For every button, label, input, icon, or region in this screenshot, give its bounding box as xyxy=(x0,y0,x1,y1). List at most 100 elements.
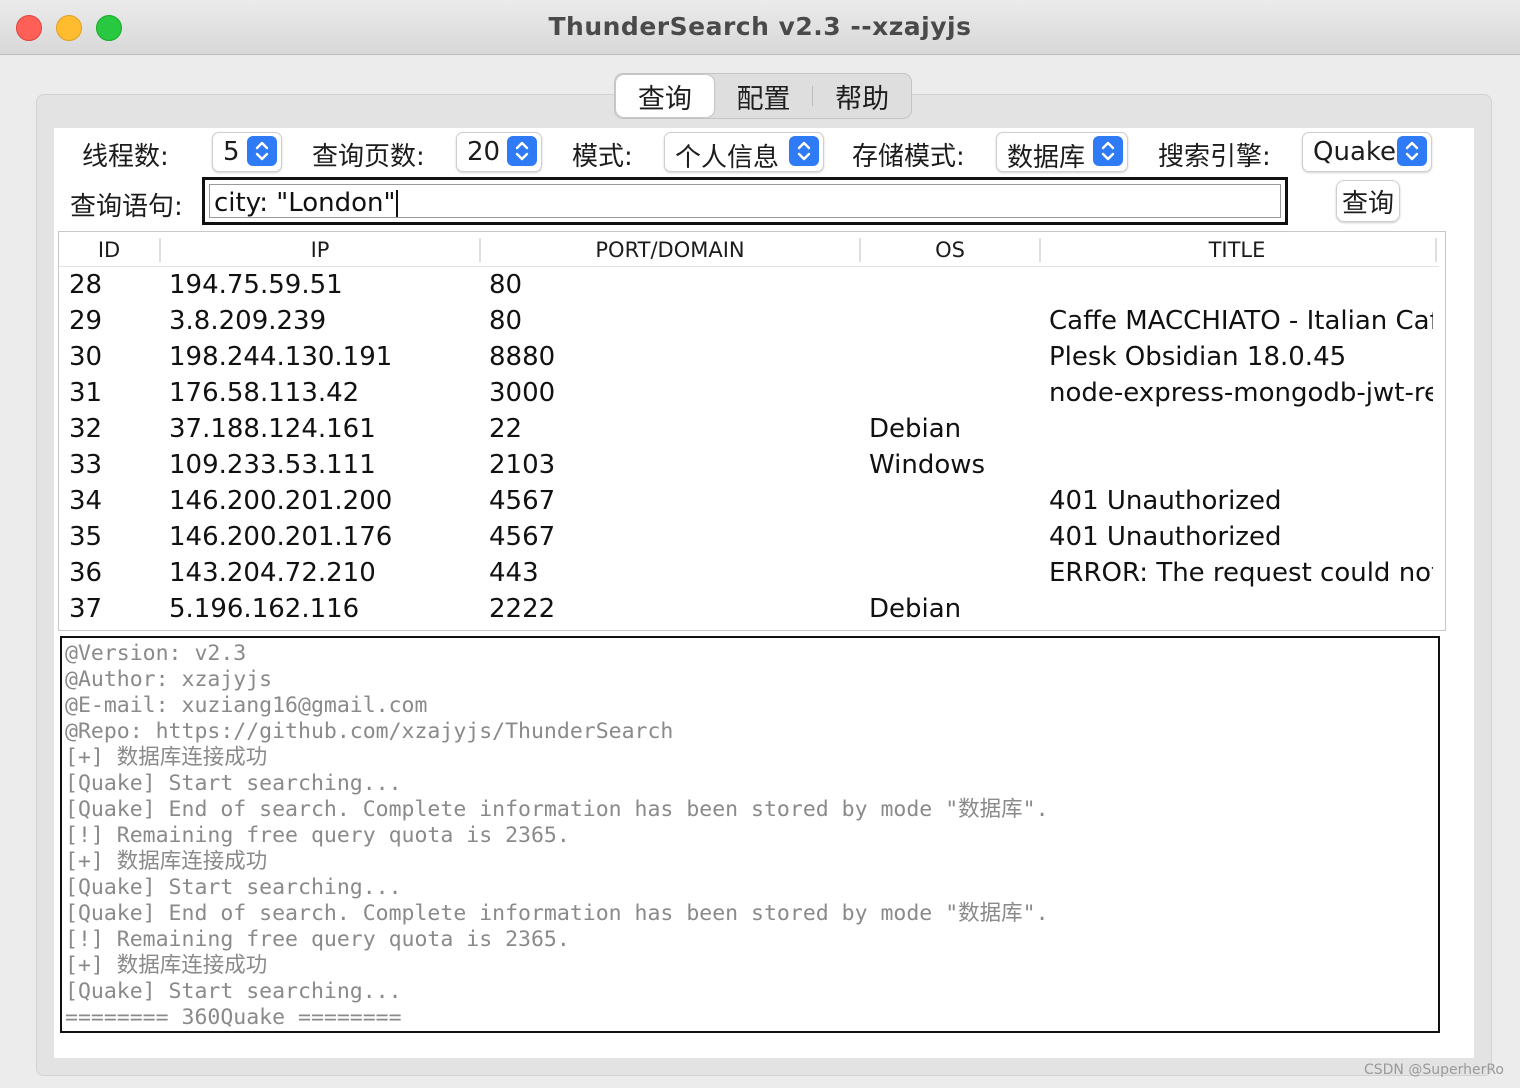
cell-port: 80 xyxy=(489,270,523,300)
cell-title xyxy=(1049,267,1433,303)
cell-id: 31 xyxy=(69,378,103,408)
query-button[interactable]: 查询 xyxy=(1336,180,1400,222)
log-line: [+] 数据库连接成功 xyxy=(65,953,268,978)
cell-id: 36 xyxy=(69,558,103,588)
pages-value: 20 xyxy=(467,137,501,167)
chevron-up-down-icon[interactable] xyxy=(789,136,819,166)
table-row[interactable]: 30 198.244.130.191 8880 Plesk Obsidian 1… xyxy=(59,339,1439,375)
log-line: [Quake] Start searching... xyxy=(65,771,402,796)
tab-help[interactable]: 帮助 xyxy=(813,74,911,118)
cell-ip: 37.188.124.161 xyxy=(169,414,376,444)
column-header-ip[interactable]: IP xyxy=(161,232,479,266)
cell-ip: 146.200.201.176 xyxy=(169,522,393,552)
cell-os xyxy=(869,375,1039,411)
log-line: [Quake] Start searching... xyxy=(65,979,402,1004)
table-row[interactable]: 34 146.200.201.200 4567 401 Unauthorized xyxy=(59,483,1439,519)
text-caret xyxy=(396,189,399,217)
log-line: @E-mail: xuziang16@gmail.com xyxy=(65,693,428,718)
log-line: [Quake] End of search. Complete informat… xyxy=(65,797,1049,822)
cell-port: 443 xyxy=(489,558,539,588)
table-row[interactable]: 32 37.188.124.161 22 Debian xyxy=(59,411,1439,447)
cell-ip: 146.200.201.200 xyxy=(169,486,393,516)
column-header-port-domain[interactable]: PORT/DOMAIN xyxy=(481,232,859,266)
cell-port: 3000 xyxy=(489,378,556,408)
cell-title: Plesk Obsidian 18.0.45 xyxy=(1049,342,1347,372)
cell-port: 8880 xyxy=(489,342,556,372)
table-row[interactable]: 36 143.204.72.210 443 ERROR: The request… xyxy=(59,555,1439,591)
column-header-id[interactable]: ID xyxy=(59,232,159,266)
tab-bar: 查询 配置 帮助 xyxy=(614,73,912,119)
engine-value: Quake xyxy=(1313,137,1397,167)
tab-config[interactable]: 配置 xyxy=(715,74,813,118)
cell-title xyxy=(1049,411,1433,447)
log-line: [!] Remaining free query quota is 2365. xyxy=(65,823,570,848)
chevron-up-down-icon[interactable] xyxy=(1093,136,1123,166)
cell-port: 2103 xyxy=(489,450,556,480)
chevron-up-down-icon[interactable] xyxy=(247,136,277,166)
query-label: 查询语句: xyxy=(70,192,183,222)
log-line: @Version: v2.3 xyxy=(65,641,247,666)
threads-select[interactable]: 5 xyxy=(212,132,282,172)
cell-os xyxy=(869,519,1039,555)
mode-value: 个人信息 xyxy=(675,143,780,173)
cell-port: 22 xyxy=(489,414,523,444)
storage-select[interactable]: 数据库 xyxy=(996,132,1128,173)
log-line: @Repo: https://github.com/xzajyjs/Thunde… xyxy=(65,719,674,744)
column-divider[interactable] xyxy=(1435,238,1437,262)
table-row[interactable]: 29 3.8.209.239 80 Caffe MACCHIATO - Ital… xyxy=(59,303,1439,339)
log-line: [+] 数据库连接成功 xyxy=(65,745,268,770)
pages-select[interactable]: 20 xyxy=(456,132,542,172)
storage-value: 数据库 xyxy=(1007,143,1086,173)
query-input-focus-ring: city: "London" xyxy=(202,177,1288,225)
table-row[interactable]: 33 109.233.53.111 2103 Windows xyxy=(59,447,1439,483)
log-line: [!] Remaining free query quota is 2365. xyxy=(65,927,570,952)
cell-port: 80 xyxy=(489,306,523,336)
cell-os xyxy=(869,267,1039,303)
chevron-up-down-icon[interactable] xyxy=(1397,136,1427,166)
cell-id: 35 xyxy=(69,522,103,552)
table-row[interactable]: 28 194.75.59.51 80 xyxy=(59,267,1439,303)
cell-port: 4567 xyxy=(489,522,556,552)
cell-title: 401 Unauthorized xyxy=(1049,522,1282,552)
query-input-text: city: "London" xyxy=(214,188,396,218)
engine-label: 搜索引擎: xyxy=(1158,142,1271,172)
window-title: ThunderSearch v2.3 --xzajyjs xyxy=(548,12,972,41)
cell-id: 34 xyxy=(69,486,103,516)
cell-ip: 143.204.72.210 xyxy=(169,558,376,588)
cell-ip: 3.8.209.239 xyxy=(169,306,327,336)
table-row[interactable]: 35 146.200.201.176 4567 401 Unauthorized xyxy=(59,519,1439,555)
mode-select[interactable]: 个人信息 xyxy=(664,132,824,173)
tab-query[interactable]: 查询 xyxy=(616,75,714,117)
chevron-up-down-icon[interactable] xyxy=(507,136,537,166)
query-input[interactable]: city: "London" xyxy=(209,184,1281,218)
log-line: [+] 数据库连接成功 xyxy=(65,849,268,874)
cell-id: 30 xyxy=(69,342,103,372)
results-table[interactable]: ID IP PORT/DOMAIN OS TITLE 28 194.75.59.… xyxy=(58,231,1446,631)
cell-port: 4567 xyxy=(489,486,556,516)
log-output[interactable]: @Version: v2.3 @Author: xzajyjs @E-mail:… xyxy=(60,636,1440,1033)
column-header-title[interactable]: TITLE xyxy=(1041,232,1433,266)
column-header-os[interactable]: OS xyxy=(861,232,1039,266)
title-bar[interactable]: ThunderSearch v2.3 --xzajyjs xyxy=(0,0,1520,55)
log-line: [Quake] Start searching... xyxy=(65,875,402,900)
cell-id: 32 xyxy=(69,414,103,444)
cell-ip: 198.244.130.191 xyxy=(169,342,393,372)
cell-title: node-express-mongodb-jwt-res xyxy=(1049,378,1433,408)
cell-title: Caffe MACCHIATO - Italian Caff xyxy=(1049,306,1433,336)
cell-port: 2222 xyxy=(489,594,556,624)
cell-id: 37 xyxy=(69,594,103,624)
cell-title xyxy=(1049,591,1433,627)
engine-select[interactable]: Quake xyxy=(1302,132,1432,172)
app-window: ThunderSearch v2.3 --xzajyjs 查询 配置 帮助 线程… xyxy=(0,0,1520,1088)
table-row[interactable]: 31 176.58.113.42 3000 node-express-mongo… xyxy=(59,375,1439,411)
cell-id: 28 xyxy=(69,270,103,300)
cell-os xyxy=(869,483,1039,519)
cell-os xyxy=(869,339,1039,375)
log-line: [Quake] End of search. Complete informat… xyxy=(65,901,1049,926)
cell-os: Debian xyxy=(869,594,962,624)
cell-os: Windows xyxy=(869,450,986,480)
table-header: ID IP PORT/DOMAIN OS TITLE xyxy=(59,232,1439,267)
cell-os: Debian xyxy=(869,414,962,444)
table-row[interactable]: 37 5.196.162.116 2222 Debian xyxy=(59,591,1439,627)
cell-ip: 176.58.113.42 xyxy=(169,378,360,408)
